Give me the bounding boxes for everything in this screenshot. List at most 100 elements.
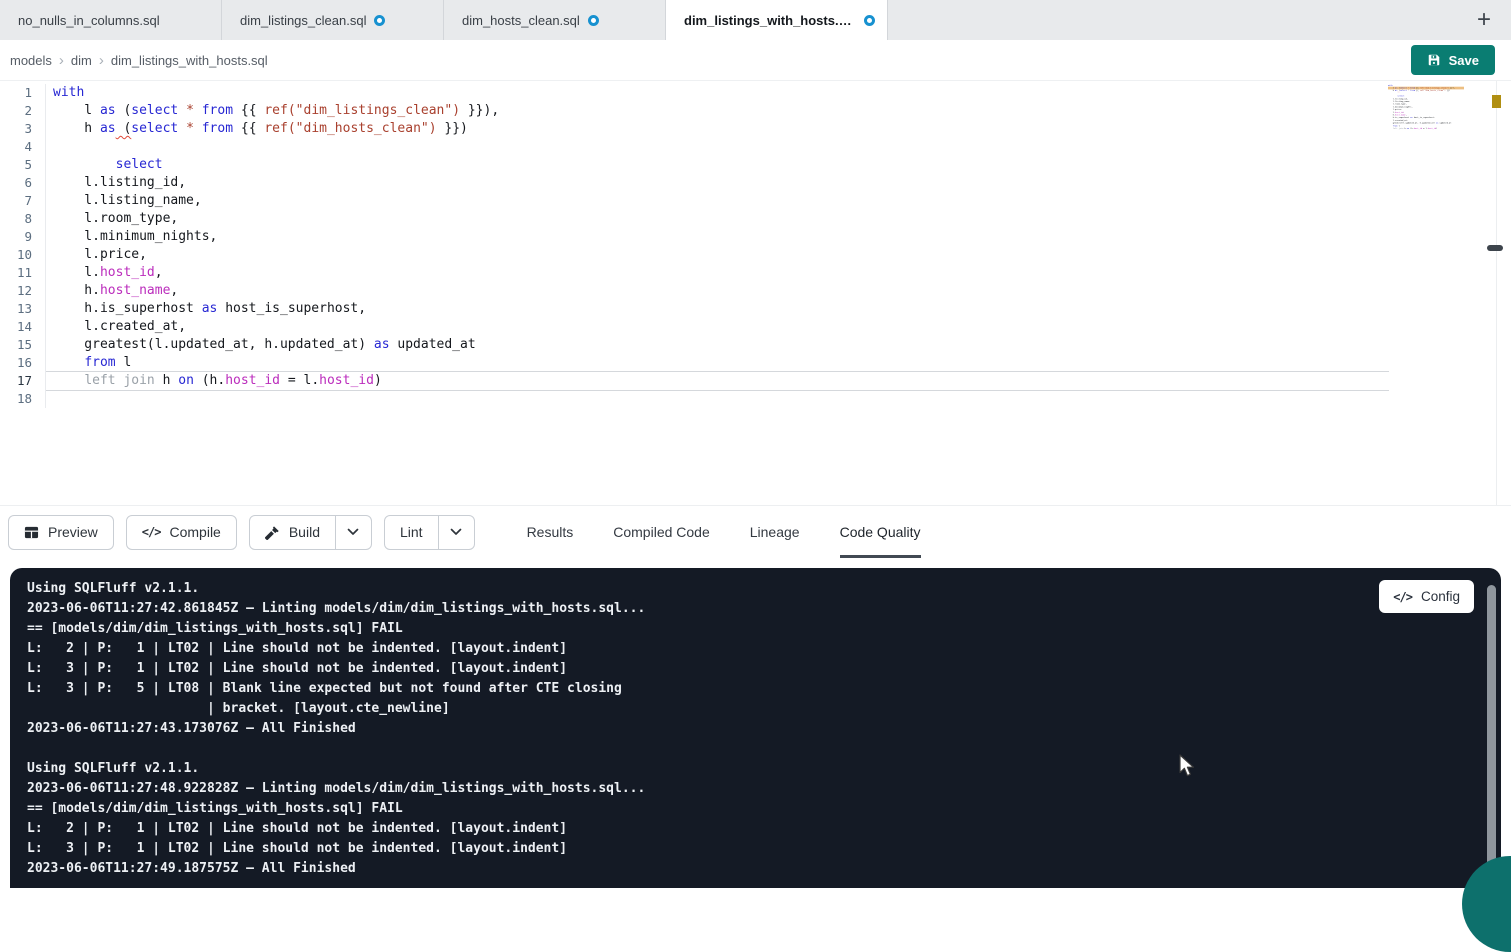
code-line: l as (select * from {{ ref("dim_listings… [46,102,1389,120]
terminal-line: 2023-06-06T11:27:48.922828Z — Linting mo… [27,779,1461,799]
terminal-line: == [models/dim/dim_listings_with_hosts.s… [27,799,1461,819]
file-tab[interactable]: no_nulls_in_columns.sql [0,0,222,40]
code-line: left join h on (h.host_id = l.host_id) [46,372,1389,390]
panel-tab-lineage[interactable]: Lineage [750,506,800,558]
file-tab-label: dim_listings_with_hosts.sql [684,13,856,28]
ruler-scroll-marker [1487,245,1503,251]
panel-tab-code-quality[interactable]: Code Quality [840,506,921,558]
terminal-line: L: 3 | P: 1 | LT02 | Line should not be … [27,659,1461,679]
line-number: 5 [0,156,45,174]
compile-button[interactable]: </> Compile [126,515,237,550]
terminal-line: L: 2 | P: 1 | LT02 | Line should not be … [27,639,1461,659]
breadcrumb-item[interactable]: models [10,53,52,68]
code-line: h as (select * from {{ ref("dim_hosts_cl… [46,120,1389,138]
code-line: with [46,84,1389,102]
breadcrumb-bar: models › dim › dim_listings_with_hosts.sql S… [0,40,1511,80]
terminal-line: 2023-06-06T11:27:49.187575Z — All Finish… [27,859,1461,879]
panel-tab-results[interactable]: Results [527,506,574,558]
compile-button-label: Compile [169,524,220,540]
modified-dot-icon [588,15,599,26]
action-toolbar: Preview </> Compile Build Lint Results Co… [0,505,1511,558]
code-line [46,138,1389,156]
code-line: l.minimum_nights, [46,228,1389,246]
line-number: 7 [0,192,45,210]
breadcrumb: models › dim › dim_listings_with_hosts.sql [10,52,268,69]
lint-button-group: Lint [384,515,475,550]
file-tab-label: no_nulls_in_columns.sql [18,13,160,28]
chevron-down-icon [347,528,359,536]
code-line: greatest(l.updated_at, h.updated_at) as … [46,336,1389,354]
terminal-line [27,739,1461,759]
panel-tab-label: Lineage [750,524,800,540]
config-button[interactable]: </> Config [1379,580,1474,613]
hammer-icon [265,525,280,540]
code-brackets-icon: </> [1393,590,1412,604]
breadcrumb-item[interactable]: dim [71,53,92,68]
lint-button[interactable]: Lint [385,516,438,549]
lint-button-label: Lint [400,524,423,540]
line-number: 4 [0,138,45,156]
breadcrumb-separator-icon: › [99,52,104,69]
terminal-scrollbar[interactable] [1487,585,1496,877]
terminal-output: Using SQLFluff v2.1.1.2023-06-06T11:27:4… [10,568,1501,879]
code-line: l.room_type, [46,210,1389,228]
ruler-warning-marker [1492,95,1501,108]
file-tab[interactable]: dim_listings_clean.sql [222,0,444,40]
modified-dot-icon [374,15,385,26]
terminal-line: | bracket. [layout.cte_newline] [27,699,1461,719]
breadcrumb-item[interactable]: dim_listings_with_hosts.sql [111,53,268,68]
panel-tab-compiled-code[interactable]: Compiled Code [613,506,710,558]
code-area[interactable]: with l as (select * from {{ ref("dim_lis… [46,84,1389,408]
line-number: 17 [0,372,45,390]
save-icon [1427,53,1441,67]
file-tab-label: dim_listings_clean.sql [240,13,366,28]
config-button-label: Config [1421,589,1460,604]
terminal-line: 2023-06-06T11:27:42.861845Z — Linting mo… [27,599,1461,619]
code-line: select [46,156,1389,174]
preview-button-label: Preview [48,524,98,540]
preview-table-icon [24,525,39,540]
line-number-gutter: 123456789101112131415161718 [0,84,46,408]
terminal-line: 2023-06-06T11:27:43.173076Z — All Finish… [27,719,1461,739]
code-editor[interactable]: 123456789101112131415161718 with l as (s… [0,80,1511,505]
line-number: 2 [0,102,45,120]
line-number: 6 [0,174,45,192]
code-line [46,390,1389,408]
preview-button[interactable]: Preview [8,515,114,550]
minimap[interactable]: with l as (select * from {{ ref("dim_lis… [1388,84,1464,156]
chevron-down-icon [450,528,462,536]
line-number: 11 [0,264,45,282]
file-tab[interactable]: dim_hosts_clean.sql [444,0,666,40]
terminal-panel: Using SQLFluff v2.1.1.2023-06-06T11:27:4… [10,568,1501,888]
terminal-line: L: 2 | P: 1 | LT02 | Line should not be … [27,819,1461,839]
code-line: l.listing_id, [46,174,1389,192]
line-number: 3 [0,120,45,138]
breadcrumb-separator-icon: › [59,52,64,69]
line-number: 14 [0,318,45,336]
build-dropdown-button[interactable] [335,516,371,549]
line-number: 16 [0,354,45,372]
build-button-label: Build [289,524,320,540]
line-number: 8 [0,210,45,228]
new-tab-button[interactable]: + [1469,6,1499,34]
line-number: 1 [0,84,45,102]
terminal-line: == [models/dim/dim_listings_with_hosts.s… [27,619,1461,639]
line-number: 9 [0,228,45,246]
modified-dot-icon [864,15,875,26]
panel-tabs: Results Compiled Code Lineage Code Quality [527,506,921,558]
panel-tab-label: Code Quality [840,524,921,540]
save-button[interactable]: Save [1411,45,1495,75]
lint-dropdown-button[interactable] [438,516,474,549]
file-tab[interactable]: dim_listings_with_hosts.sql [666,0,888,40]
line-number: 18 [0,390,45,408]
line-number: 10 [0,246,45,264]
build-button[interactable]: Build [250,516,335,549]
build-button-group: Build [249,515,372,550]
file-tab-label: dim_hosts_clean.sql [462,13,580,28]
minimap-line [1388,130,1464,133]
terminal-line: L: 3 | P: 5 | LT08 | Blank line expected… [27,679,1461,699]
code-line: from l [46,354,1389,372]
line-number: 13 [0,300,45,318]
panel-tab-label: Compiled Code [613,524,710,540]
terminal-line: Using SQLFluff v2.1.1. [27,759,1461,779]
